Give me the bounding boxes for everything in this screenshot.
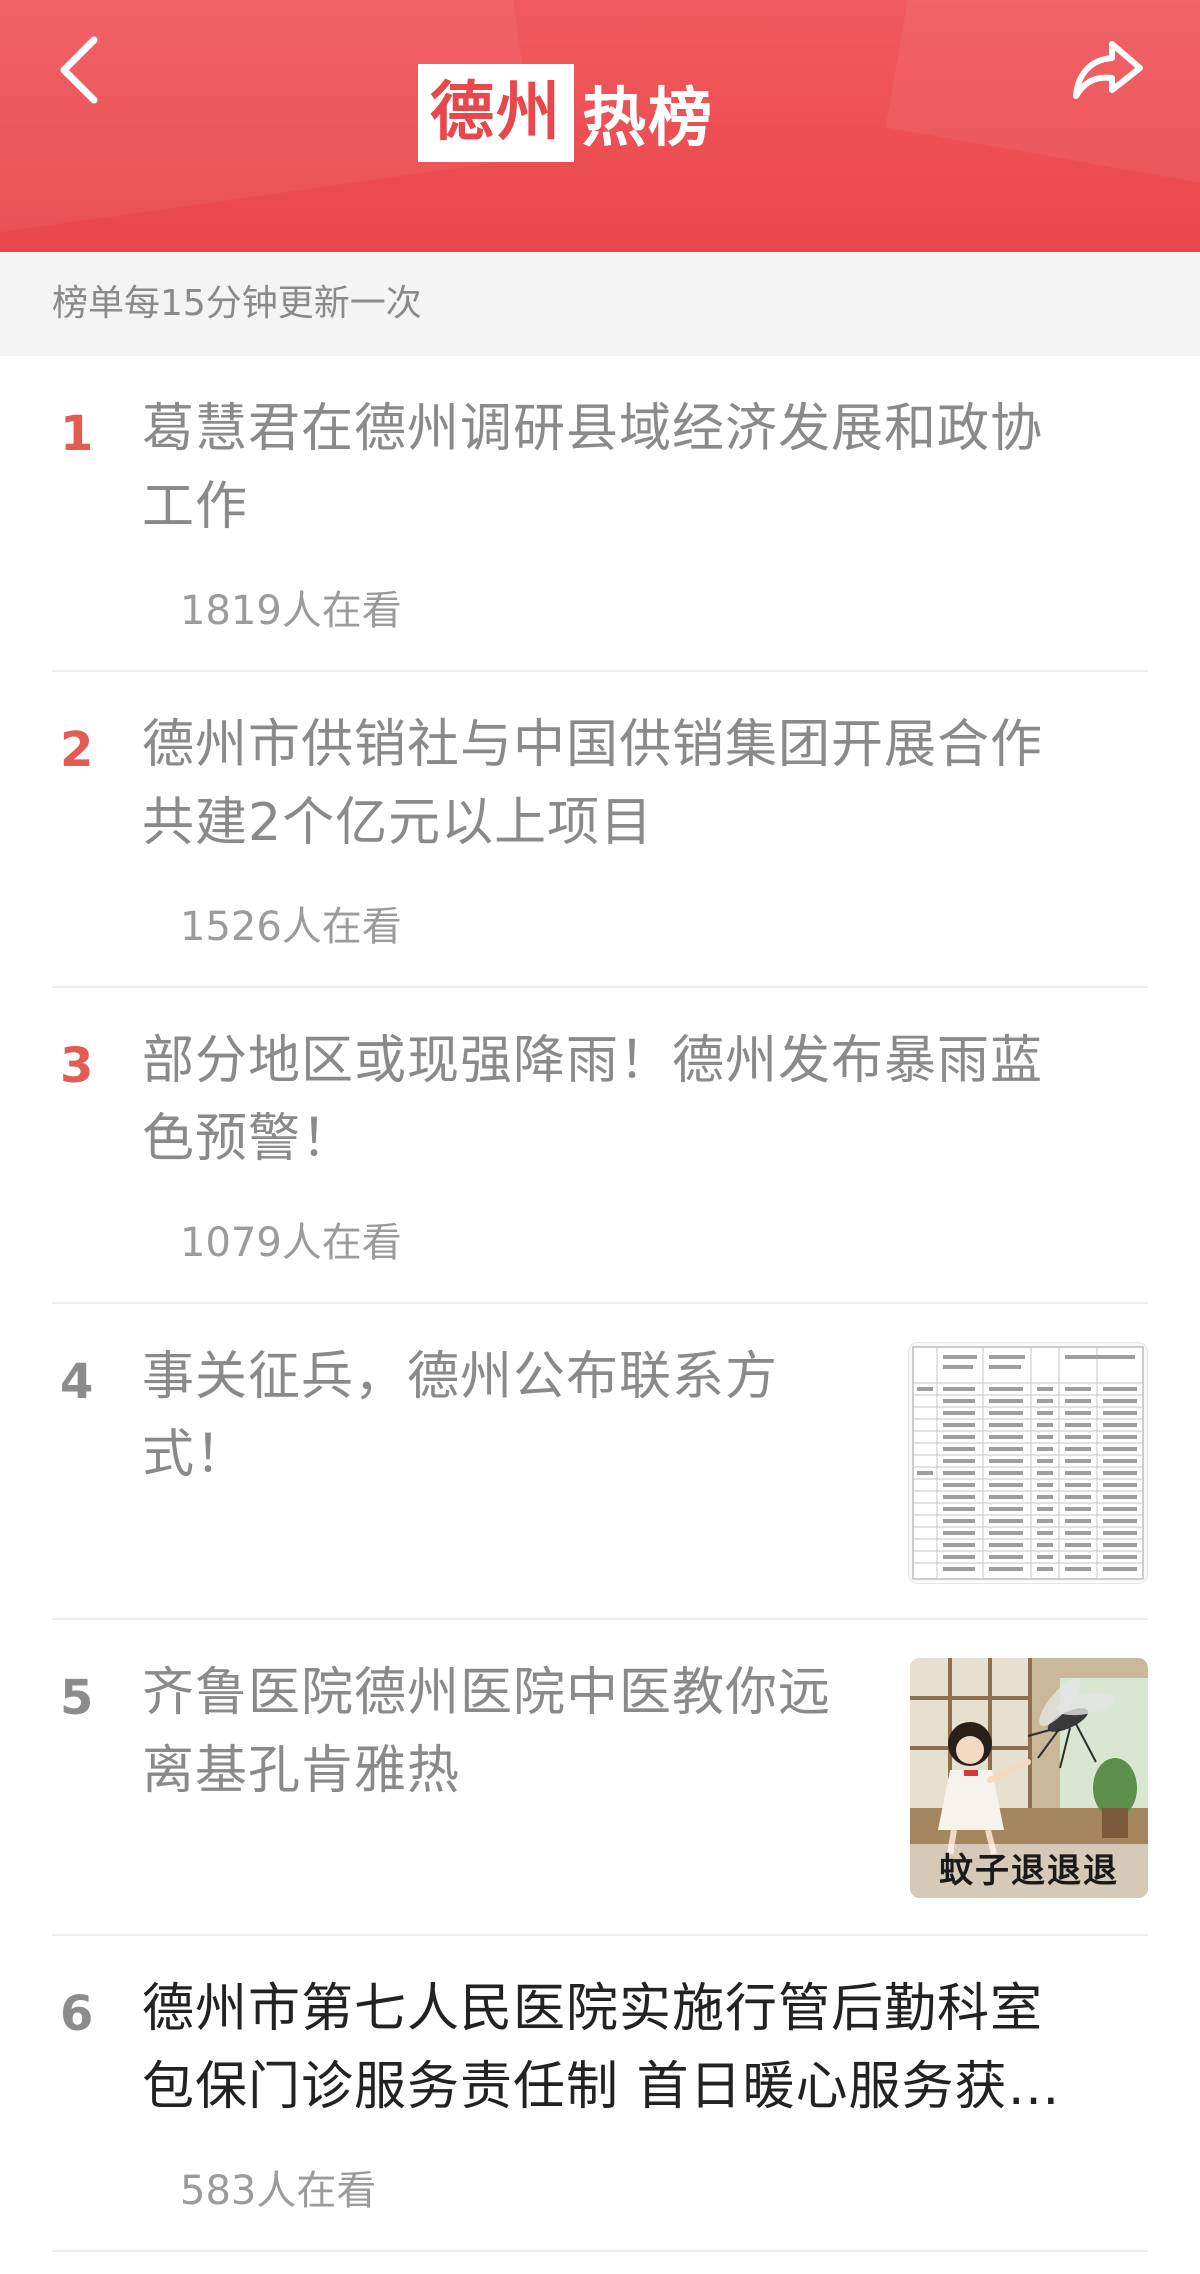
rank-number: 6 <box>60 1986 94 2042</box>
rank-number: 4 <box>60 1354 94 1410</box>
list-item[interactable]: 3 部分地区或现强降雨！德州发布暴雨蓝 色预警！ 1079人在看 <box>52 988 1148 1304</box>
item-title-line: 葛慧君在德州调研县域经济发展和政协 <box>142 399 1044 459</box>
item-title-line: 包保门诊服务责任制 首日暖心服务获… <box>142 2057 1061 2117</box>
item-title[interactable]: 葛慧君在德州调研县域经济发展和政协 工作 <box>142 390 1043 546</box>
item-title[interactable]: 部分地区或现强降雨！德州发布暴雨蓝 色预警！ <box>142 1022 1043 1178</box>
title-rest: 热榜 <box>582 82 714 156</box>
thumbnail-caption: 蚊子退退退 <box>939 1851 1119 1891</box>
item-title-line: 齐鲁医院德州医院中医教你远 <box>142 1663 832 1723</box>
item-title-line: 德州市供销社与中国供销集团开展合作 <box>142 715 1044 775</box>
back-button[interactable] <box>52 30 112 110</box>
viewer-count: 1526人在看 <box>180 904 402 950</box>
item-title-line: 离基孔肯雅热 <box>142 1741 461 1801</box>
list-item[interactable]: 6 德州市第七人民医院实施行管后勤科室 包保门诊服务责任制 首日暖心服务获… 5… <box>52 1936 1148 2252</box>
item-title-line: 部分地区或现强降雨！德州发布暴雨蓝 <box>142 1031 1044 1091</box>
rank-number: 2 <box>60 722 94 778</box>
page-title: 德州 热榜 <box>418 64 714 162</box>
rank-number: 5 <box>60 1670 94 1726</box>
list-item[interactable]: 5 齐鲁医院德州医院中医教你远 离基孔肯雅热 蚊子退退退 <box>52 1620 1148 1936</box>
viewer-count: 583人在看 <box>180 2168 377 2214</box>
item-title-line: 色预警！ <box>142 1109 355 1169</box>
table-image <box>912 1346 1144 1580</box>
item-title-line: 式！ <box>142 1425 249 1485</box>
rank-number: 1 <box>60 406 94 462</box>
share-icon <box>1073 41 1143 99</box>
header-decoration <box>885 0 1200 190</box>
mosquito-thumbnail[interactable]: 蚊子退退退 <box>910 1658 1148 1898</box>
contact-table-thumbnail[interactable] <box>908 1342 1148 1584</box>
item-title-line: 工作 <box>142 477 249 537</box>
viewer-count: 1079人在看 <box>180 1220 402 1266</box>
title-boxed: 德州 <box>418 64 574 162</box>
item-title-line: 共建2个亿元以上项目 <box>142 793 654 853</box>
rank-number: 3 <box>60 1038 94 1094</box>
share-button[interactable] <box>1068 30 1148 110</box>
top-header: 德州 热榜 <box>0 0 1200 252</box>
item-title[interactable]: 德州市第七人民医院实施行管后勤科室 包保门诊服务责任制 首日暖心服务获… <box>142 1970 1061 2126</box>
list-item[interactable]: 1 葛慧君在德州调研县域经济发展和政协 工作 1819人在看 <box>52 356 1148 672</box>
list-item[interactable]: 4 事关征兵，德州公布联系方 式！ <box>52 1304 1148 1620</box>
viewer-count: 1819人在看 <box>180 588 402 634</box>
chevron-left-icon <box>60 36 98 104</box>
item-title-line: 德州市第七人民医院实施行管后勤科室 <box>142 1979 1044 2039</box>
list-item[interactable]: 2 德州市供销社与中国供销集团开展合作 共建2个亿元以上项目 1526人在看 <box>52 672 1148 988</box>
item-title-line: 事关征兵，德州公布联系方 <box>142 1347 779 1407</box>
item-title[interactable]: 德州市供销社与中国供销集团开展合作 共建2个亿元以上项目 <box>142 706 1043 862</box>
item-title[interactable]: 事关征兵，德州公布联系方 式！ <box>142 1338 778 1494</box>
item-title[interactable]: 齐鲁医院德州医院中医教你远 离基孔肯雅热 <box>142 1654 831 1810</box>
update-notice: 榜单每15分钟更新一次 <box>0 252 1200 356</box>
